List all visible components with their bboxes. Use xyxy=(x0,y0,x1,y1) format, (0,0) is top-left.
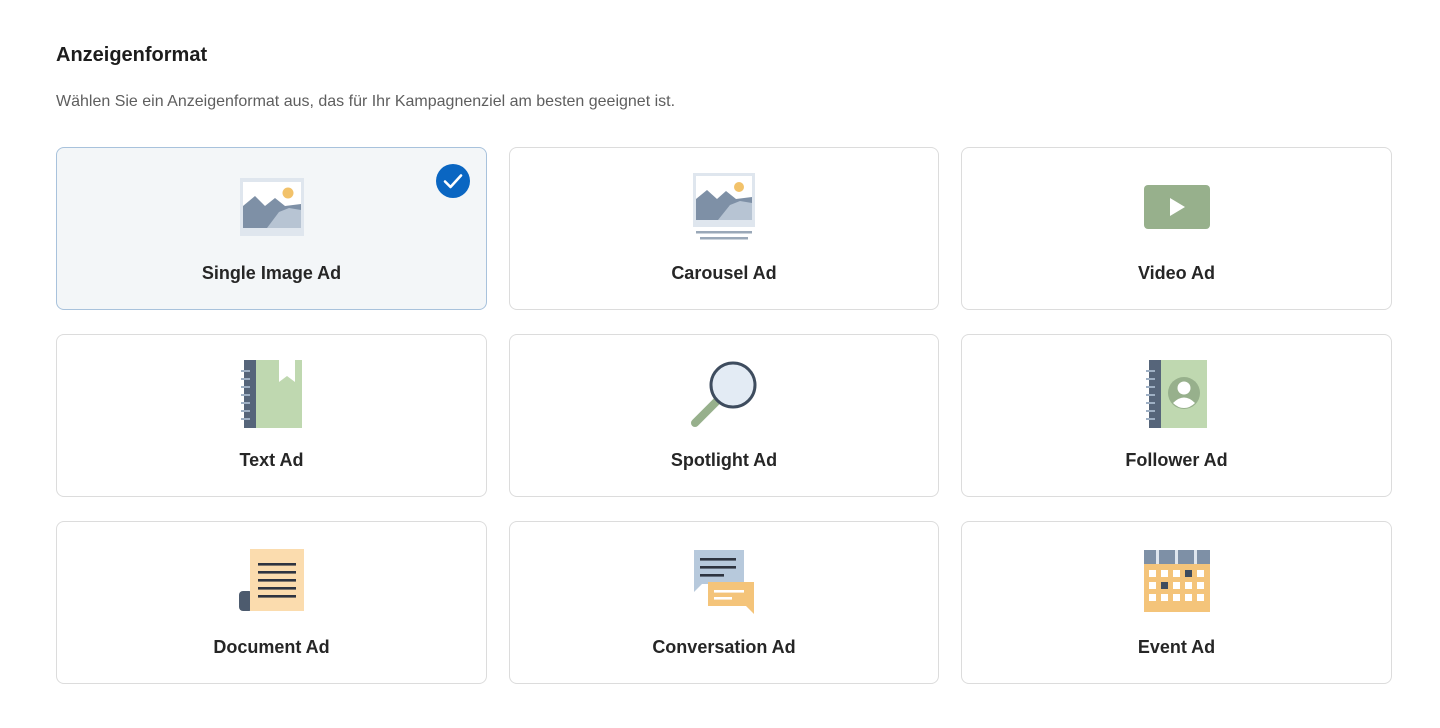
format-label: Carousel Ad xyxy=(671,263,777,283)
document-scroll-icon xyxy=(238,549,304,611)
format-label: Event Ad xyxy=(1137,637,1216,657)
format-label: Document Ad xyxy=(213,637,330,657)
single-image-icon xyxy=(239,178,304,236)
magnifier-icon xyxy=(691,361,757,427)
format-label: Follower Ad xyxy=(1125,450,1228,470)
format-label: Spotlight Ad xyxy=(670,450,778,470)
video-icon xyxy=(1143,185,1210,229)
format-label: Conversation Ad xyxy=(652,637,796,657)
ad-format-page: Anzeigenformat Wählen Sie ein Anzeigenfo… xyxy=(0,0,1440,728)
section-title: Anzeigenformat xyxy=(56,44,208,66)
format-card-document[interactable]: Document Ad xyxy=(56,521,487,684)
ad-format-grid: Single Image Ad Carousel Ad Video Ad Tex… xyxy=(56,147,1392,684)
carousel-icon xyxy=(693,173,755,240)
format-card-carousel[interactable]: Carousel Ad xyxy=(509,147,939,310)
text-notebook-icon xyxy=(240,360,302,428)
format-card-video[interactable]: Video Ad xyxy=(961,147,1392,310)
format-card-single-image[interactable]: Single Image Ad xyxy=(56,147,487,310)
format-card-conversation[interactable]: Conversation Ad xyxy=(509,521,939,684)
calendar-icon xyxy=(1143,550,1210,612)
format-label: Text Ad xyxy=(239,450,304,470)
format-label: Single Image Ad xyxy=(201,263,342,283)
format-card-event[interactable]: Event Ad xyxy=(961,521,1392,684)
chat-bubbles-icon xyxy=(694,550,754,614)
format-card-follower[interactable]: Follower Ad xyxy=(961,334,1392,497)
contact-book-icon xyxy=(1145,360,1207,428)
format-card-spotlight[interactable]: Spotlight Ad xyxy=(509,334,939,497)
format-label: Video Ad xyxy=(1137,263,1215,283)
format-card-text[interactable]: Text Ad xyxy=(56,334,487,497)
section-description: Wählen Sie ein Anzeigenformat aus, das f… xyxy=(56,93,676,110)
